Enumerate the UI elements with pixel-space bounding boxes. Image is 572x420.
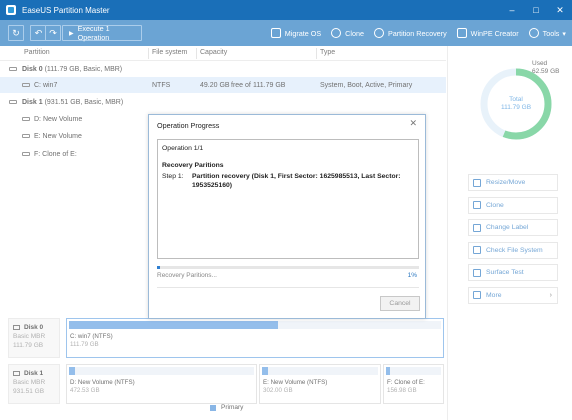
progress-percent: 1% xyxy=(407,272,417,279)
title-bar: EaseUS Partition Master – □ ✕ xyxy=(0,0,572,20)
minimize-button[interactable]: – xyxy=(500,0,524,20)
window-controls: – □ ✕ xyxy=(500,0,572,20)
close-icon[interactable]: ✕ xyxy=(409,118,417,129)
app-logo-icon xyxy=(6,5,16,15)
operation-count: Operation 1/1 xyxy=(162,145,204,152)
operation-log: Operation 1/1 Recovery Paritions Step 1:… xyxy=(157,139,419,259)
progress-bar xyxy=(157,266,419,269)
maximize-button[interactable]: □ xyxy=(524,0,548,20)
dialog-title: Operation Progress xyxy=(157,121,220,130)
progress-status: Recovery Paritions... xyxy=(157,272,217,279)
operation-heading: Recovery Paritions xyxy=(162,162,224,169)
step-text: Partition recovery (Disk 1, First Sector… xyxy=(192,173,401,180)
cancel-button[interactable]: Cancel xyxy=(380,296,420,311)
divider xyxy=(157,287,419,288)
progress-fill xyxy=(157,266,160,269)
step-text-cont: 1953525160) xyxy=(192,182,233,189)
step-label: Step 1: xyxy=(162,173,184,180)
window-title: EaseUS Partition Master xyxy=(22,5,110,15)
operation-progress-dialog: Operation Progress ✕ Operation 1/1 Recov… xyxy=(148,114,426,319)
close-button[interactable]: ✕ xyxy=(548,0,572,20)
